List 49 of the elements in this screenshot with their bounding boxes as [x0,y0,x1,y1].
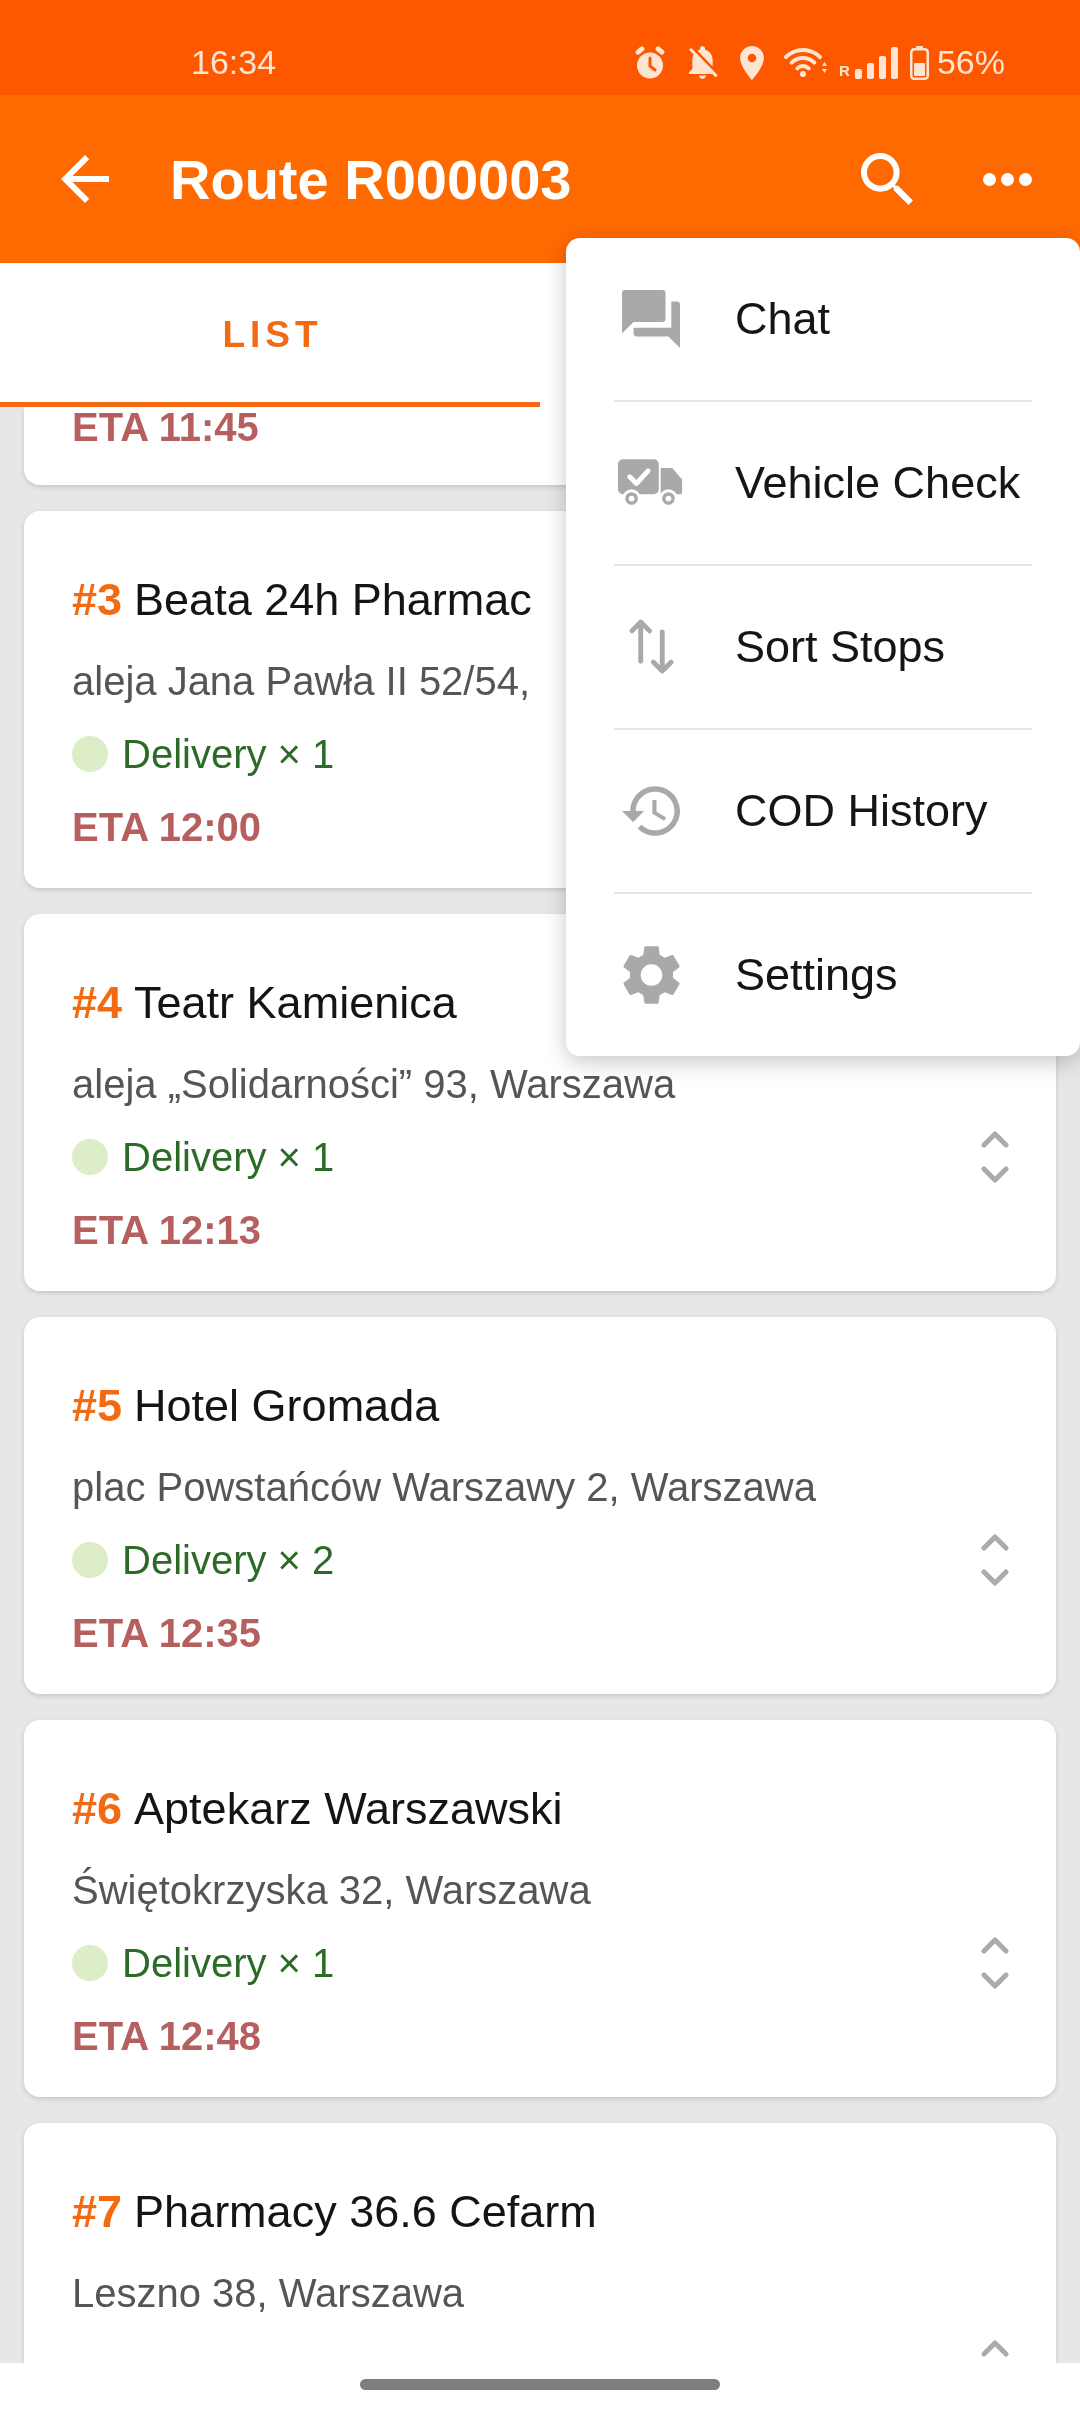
chevron-up-down-icon[interactable] [981,1937,1009,1989]
stop-name: Beata 24h Pharmac [134,573,532,627]
eta-label: ETA 12:00 [72,804,261,851]
stop-name: Teatr Kamienica [134,976,457,1030]
stop-address: Leszno 38, Warszawa [72,2270,465,2317]
task-label: Delivery × 1 [122,1940,335,1987]
settings-icon [622,945,680,1005]
signal-bars-icon [854,46,899,79]
task-label: Delivery × 1 [122,1134,335,1181]
stop-number: #4 [72,976,123,1030]
menu-item[interactable]: Chat [566,238,1080,400]
stop-address: aleja Jana Pawła II 52/54, [72,658,531,705]
stop-card[interactable]: #5 Hotel Gromada plac Powstańców Warszawy 2, Warszawa Delivery × 2 ETA 12:35 [24,1317,1056,1694]
stop-address: plac Powstańców Warszawy 2, Warszawa [72,1464,816,1511]
up-down-arrows-icon [628,619,674,675]
stop-address: Świętokrzyska 32, Warszawa [72,1866,591,1914]
stop-address: aleja „Solidarności” 93, Warszawa [72,1061,676,1108]
eta-label: ETA 12:13 [72,1207,261,1254]
battery-icon [909,45,929,80]
roaming-indicator: R [839,63,850,78]
status-time: 16:34 [191,43,277,82]
task-label: Delivery × 2 [122,1537,335,1584]
bell-off-icon [687,46,719,79]
chevron-up-down-icon[interactable] [981,1131,1009,1183]
truck-check-icon [618,458,684,508]
stop-name: Pharmacy 36.6 Cefarm [134,2185,597,2239]
stop-name: Aptekarz Warszawski [134,1782,563,1836]
stop-number: #6 [72,1782,123,1836]
eta-label: ETA 12:35 [72,1610,261,1657]
stop-name: Hotel Gromada [134,1379,440,1433]
location-pin-icon [740,45,765,80]
chat-bubbles-icon [622,290,680,348]
stop-number: #7 [72,2185,123,2239]
stop-number: #5 [72,1379,123,1433]
more-dots-icon[interactable] [983,172,1032,186]
history-icon [622,786,680,836]
eta-label: ETA 12:48 [72,2013,261,2060]
battery-percent: 56% [936,43,1005,82]
back-arrow-icon[interactable] [61,155,109,203]
stop-card[interactable]: #7 Pharmacy 36.6 Cefarm Leszno 38, Warszawa [24,2123,1056,2363]
gesture-handle[interactable] [360,2379,720,2390]
eta-label: ETA 11:45 [72,407,259,447]
stop-number: #3 [72,573,123,627]
screen-title: Route R000003 [170,146,573,212]
stop-card[interactable]: #6 Aptekarz Warszawski Świętokrzyska 32, Warszawa Delivery × 1 ETA 12:48 [24,1720,1056,2097]
chevron-up-down-icon[interactable] [981,1534,1009,1586]
search-icon[interactable] [861,153,913,205]
wifi-icon [784,47,829,78]
task-label: Delivery × 1 [122,731,335,778]
